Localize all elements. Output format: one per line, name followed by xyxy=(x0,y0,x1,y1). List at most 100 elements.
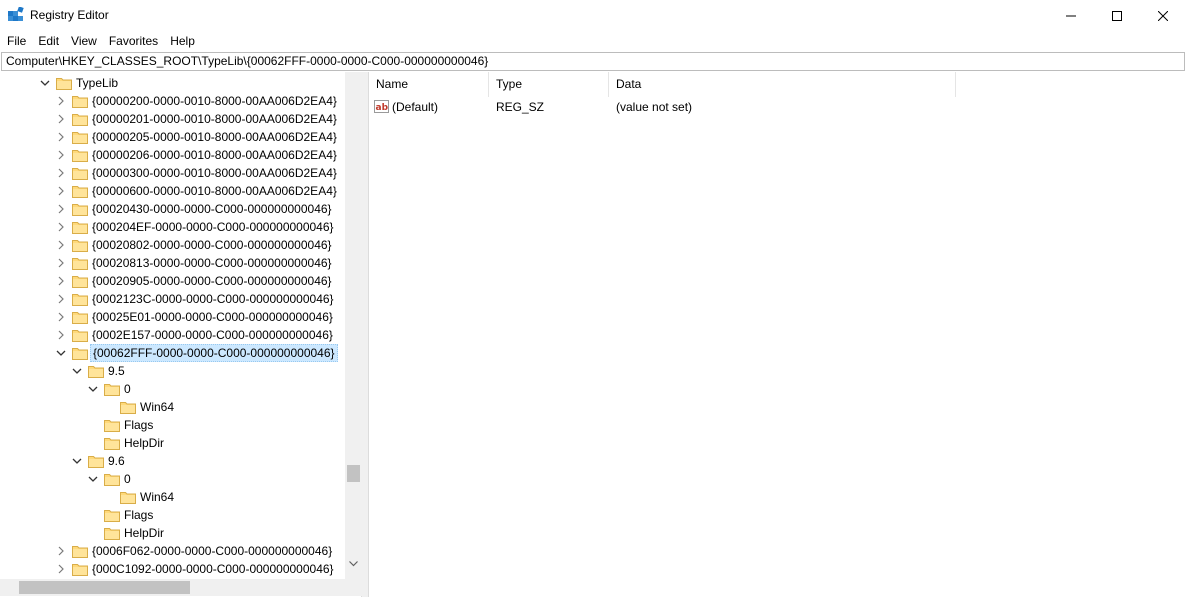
tree-node-version[interactable]: 9.6 xyxy=(72,452,127,470)
expand-chevron-icon[interactable] xyxy=(88,384,98,394)
tree-node-helpdir[interactable]: HelpDir xyxy=(104,434,166,452)
folder-icon xyxy=(104,382,120,396)
tree-node-guid[interactable]: {00000300-0000-0010-8000-00AA006D2EA4} xyxy=(58,164,339,182)
tree-node-label: Flags xyxy=(124,508,154,522)
menu-favorites[interactable]: Favorites xyxy=(103,31,164,51)
tree-node-guid[interactable]: {00020905-0000-0000-C000-000000000046} xyxy=(58,272,334,290)
expand-chevron-icon[interactable] xyxy=(72,366,82,376)
tree-node-flags[interactable]: Flags xyxy=(104,506,155,524)
address-bar[interactable]: Computer\HKEY_CLASSES_ROOT\TypeLib\{0006… xyxy=(1,52,1185,71)
menu-edit[interactable]: Edit xyxy=(32,31,65,51)
title-bar: Registry Editor xyxy=(0,0,1186,31)
tree-node-label: {00000206-0000-0010-8000-00AA006D2EA4} xyxy=(92,148,337,162)
tree-node-guid[interactable]: {00025E01-0000-0000-C000-000000000046} xyxy=(58,308,335,326)
collapse-chevron-icon[interactable] xyxy=(56,186,66,196)
tree-node-guid[interactable]: {00000201-0000-0010-8000-00AA006D2EA4} xyxy=(58,110,339,128)
window-title: Registry Editor xyxy=(30,8,109,22)
tree-node-label: HelpDir xyxy=(124,436,165,450)
collapse-chevron-icon[interactable] xyxy=(56,222,66,232)
folder-icon xyxy=(120,490,136,504)
tree-node-label: TypeLib xyxy=(76,76,119,90)
folder-icon xyxy=(104,436,120,450)
tree-node-typelib[interactable]: TypeLib xyxy=(40,74,120,92)
tree-node-guid[interactable]: {0002E157-0000-0000-C000-000000000046} xyxy=(58,326,335,344)
expand-chevron-icon[interactable] xyxy=(72,456,82,466)
column-name[interactable]: Name xyxy=(369,72,489,97)
column-type[interactable]: Type xyxy=(489,72,609,97)
folder-icon xyxy=(56,76,72,90)
folder-icon xyxy=(72,112,88,126)
tree-node-guid[interactable]: {00020802-0000-0000-C000-000000000046} xyxy=(58,236,334,254)
key-tree[interactable]: TypeLib {00000200-0000-0010-8000-00AA006D… xyxy=(0,72,362,597)
tree-node-lcid[interactable]: 0 xyxy=(88,380,133,398)
collapse-chevron-icon[interactable] xyxy=(56,546,66,556)
tree-node-label: {00020905-0000-0000-C000-000000000046} xyxy=(92,274,332,288)
folder-icon xyxy=(104,526,120,540)
tree-node-guid[interactable]: {00020430-0000-0000-C000-000000000046} xyxy=(58,200,334,218)
values-list[interactable]: Name Type Data ab (Default) REG_SZ (valu… xyxy=(368,72,1186,597)
tree-node-label: Win64 xyxy=(140,400,175,414)
folder-icon xyxy=(72,544,88,558)
close-button[interactable] xyxy=(1140,0,1186,31)
maximize-button[interactable] xyxy=(1094,0,1140,31)
tree-node-helpdir[interactable]: HelpDir xyxy=(104,524,166,542)
minimize-button[interactable] xyxy=(1048,0,1094,31)
value-data: (value not set) xyxy=(616,100,693,114)
registry-editor-icon xyxy=(8,6,24,23)
collapse-chevron-icon[interactable] xyxy=(56,564,66,574)
tree-node-label: Win64 xyxy=(140,490,175,504)
tree-node-win64[interactable]: Win64 xyxy=(120,488,176,506)
collapse-chevron-icon[interactable] xyxy=(56,312,66,322)
tree-node-guid[interactable]: {0006F062-0000-0000-C000-000000000046} xyxy=(58,542,334,560)
collapse-chevron-icon[interactable] xyxy=(56,132,66,142)
collapse-chevron-icon[interactable] xyxy=(56,114,66,124)
expand-chevron-icon[interactable] xyxy=(88,474,98,484)
folder-icon xyxy=(72,184,88,198)
column-data[interactable]: Data xyxy=(609,72,956,97)
minimize-icon xyxy=(1066,15,1076,16)
collapse-chevron-icon[interactable] xyxy=(56,96,66,106)
folder-icon xyxy=(72,274,88,288)
folder-icon xyxy=(72,94,88,108)
tree-node-lcid[interactable]: 0 xyxy=(88,470,133,488)
tree-node-label: {0002E157-0000-0000-C000-000000000046} xyxy=(92,328,333,342)
collapse-chevron-icon[interactable] xyxy=(56,294,66,304)
tree-node-guid[interactable]: {00000200-0000-0010-8000-00AA006D2EA4} xyxy=(58,92,339,110)
horizontal-scroll-thumb[interactable] xyxy=(19,581,190,594)
expand-chevron-icon[interactable] xyxy=(56,348,66,358)
tree-node-version[interactable]: 9.5 xyxy=(72,362,127,380)
tree-node-label: 0 xyxy=(124,472,131,486)
tree-node-guid[interactable]: {000C1092-0000-0000-C000-000000000046} xyxy=(58,560,336,578)
collapse-chevron-icon[interactable] xyxy=(56,330,66,340)
scroll-corner xyxy=(345,579,362,596)
value-row[interactable]: ab (Default) REG_SZ (value not set) xyxy=(369,98,956,116)
vertical-scroll-thumb[interactable] xyxy=(347,465,360,482)
collapse-chevron-icon[interactable] xyxy=(56,204,66,214)
collapse-chevron-icon[interactable] xyxy=(56,150,66,160)
folder-icon xyxy=(104,472,120,486)
tree-node-guid[interactable]: {00000205-0000-0010-8000-00AA006D2EA4} xyxy=(58,128,339,146)
tree-node-flags[interactable]: Flags xyxy=(104,416,155,434)
folder-icon xyxy=(104,508,120,522)
tree-node-guid[interactable]: {0002123C-0000-0000-C000-000000000046} xyxy=(58,290,336,308)
folder-icon xyxy=(72,166,88,180)
folder-icon xyxy=(72,562,88,576)
collapse-chevron-icon[interactable] xyxy=(56,168,66,178)
tree-node-selected[interactable]: {00062FFF-0000-0000-C000-000000000046} xyxy=(56,344,338,362)
collapse-chevron-icon[interactable] xyxy=(56,240,66,250)
menu-help[interactable]: Help xyxy=(164,31,201,51)
expand-chevron-icon[interactable] xyxy=(40,78,50,88)
tree-horizontal-scrollbar[interactable] xyxy=(0,579,345,596)
tree-node-guid[interactable]: {000204EF-0000-0000-C000-000000000046} xyxy=(58,218,336,236)
tree-node-guid[interactable]: {00020813-0000-0000-C000-000000000046} xyxy=(58,254,334,272)
tree-node-win64[interactable]: Win64 xyxy=(120,398,176,416)
menu-view[interactable]: View xyxy=(65,31,103,51)
tree-vertical-scrollbar[interactable] xyxy=(345,72,362,579)
folder-icon xyxy=(88,454,104,468)
tree-node-guid[interactable]: {00000206-0000-0010-8000-00AA006D2EA4} xyxy=(58,146,339,164)
folder-icon xyxy=(72,130,88,144)
collapse-chevron-icon[interactable] xyxy=(56,258,66,268)
menu-file[interactable]: File xyxy=(1,31,32,51)
tree-node-guid[interactable]: {00000600-0000-0010-8000-00AA006D2EA4} xyxy=(58,182,339,200)
collapse-chevron-icon[interactable] xyxy=(56,276,66,286)
